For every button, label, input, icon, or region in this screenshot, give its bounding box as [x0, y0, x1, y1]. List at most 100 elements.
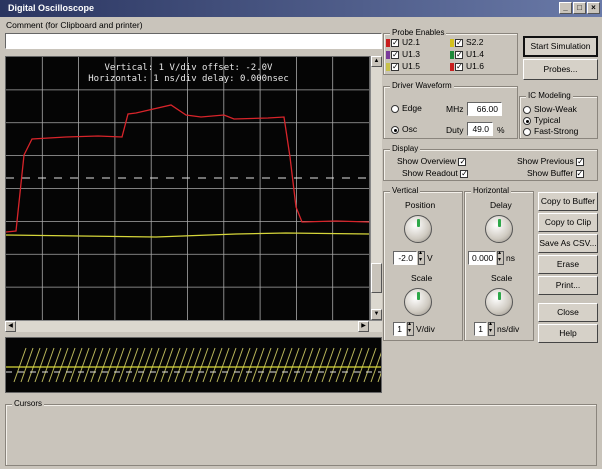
print-button[interactable]: Print...: [538, 276, 598, 295]
probe-s2-2[interactable]: S2.2: [450, 37, 484, 48]
edge-radio[interactable]: Edge: [391, 103, 422, 114]
fast-strong-radio[interactable]: Fast-Strong: [523, 126, 578, 137]
probe-label: U1.6: [466, 61, 484, 71]
scroll-down-arrow-icon[interactable]: ▼: [371, 309, 382, 320]
show-previous-checkbox[interactable]: Show Previous: [517, 156, 587, 167]
help-button[interactable]: Help: [538, 324, 598, 343]
typical-label: Typical: [534, 115, 561, 125]
copy-to-buffer-button[interactable]: Copy to Buffer: [538, 192, 598, 211]
overview-hatch: [188, 347, 202, 383]
vertical-position-knob[interactable]: [404, 215, 432, 243]
overview-hatch: [76, 347, 90, 383]
horizontal-delay-knob[interactable]: [485, 215, 513, 243]
overview-hatch: [55, 347, 69, 383]
show-buffer-checkbox[interactable]: Show Buffer: [527, 168, 587, 179]
vertical-scale-knob[interactable]: [404, 288, 432, 316]
overview-hatch: [349, 347, 363, 383]
overview-hatch: [293, 347, 307, 383]
horizontal-scale-knob[interactable]: [485, 288, 513, 316]
show-overview-checkbox[interactable]: Show Overview: [397, 156, 469, 167]
overview-hatch: [181, 347, 195, 383]
overview-hatch: [202, 347, 216, 383]
scope-readout-vertical: Vertical: 1 V/div offset: -2.0V: [104, 63, 273, 73]
overview-hatch: [342, 347, 356, 383]
probes-button[interactable]: Probes...: [523, 59, 598, 80]
overview-hatch: [265, 347, 279, 383]
mhz-input[interactable]: 66.00: [467, 102, 502, 116]
overview-hatch: [244, 347, 258, 383]
probe-u1-6[interactable]: U1.6: [450, 61, 484, 72]
vertical-scale-spinner[interactable]: [407, 320, 414, 336]
maximize-button[interactable]: □: [573, 2, 586, 14]
overview-hatch: [62, 347, 76, 383]
driver-waveform-label: Driver Waveform: [390, 81, 454, 91]
overview-hatch: [167, 347, 181, 383]
duty-input[interactable]: 49.0: [467, 122, 493, 136]
probe-label: U1.3: [402, 49, 420, 59]
close-button[interactable]: Close: [538, 303, 598, 322]
overview-hatch: [300, 347, 314, 383]
overview-hatch: [41, 347, 55, 383]
probe-u1-5[interactable]: U1.5: [386, 61, 420, 72]
scope-waveform-plot: [6, 57, 369, 320]
horizontal-scale-spinner[interactable]: [488, 320, 495, 336]
osc-label: Osc: [402, 124, 418, 134]
overview-hatch: [328, 347, 342, 383]
vertical-position-spinner[interactable]: [418, 249, 425, 265]
vertical-position-input[interactable]: -2.0: [393, 251, 417, 265]
overview-hatch: [377, 371, 381, 383]
overview-hatch: [216, 347, 230, 383]
show-readout-checkbox[interactable]: Show Readout: [402, 168, 471, 179]
probe-label: U1.4: [466, 49, 484, 59]
vertical-position-unit: V: [427, 253, 433, 263]
scroll-up-arrow-icon[interactable]: ▲: [371, 56, 382, 67]
cursors-group: Cursors: [5, 399, 597, 466]
horizontal-scale-unit: ns/div: [497, 324, 520, 334]
minimize-button[interactable]: _: [559, 2, 572, 14]
probe-label: S2.2: [466, 37, 484, 47]
probe-u1-4[interactable]: U1.4: [450, 49, 484, 60]
overview-hatch: [335, 347, 349, 383]
probe-u1-3[interactable]: U1.3: [386, 49, 420, 60]
scope-display: Vertical: 1 V/div offset: -2.0V Horizont…: [5, 56, 370, 321]
scroll-left-arrow-icon[interactable]: ◀: [5, 321, 16, 332]
overview-hatch: [314, 347, 328, 383]
overview-hatch: [160, 347, 174, 383]
fast-strong-label: Fast-Strong: [534, 126, 579, 136]
overview-hatch: [13, 347, 27, 383]
display-label: Display: [390, 144, 421, 154]
show-readout-label: Show Readout: [402, 168, 458, 178]
save-as-csv-button[interactable]: Save As CSV...: [538, 234, 598, 253]
scope-horizontal-scrollbar[interactable]: ◀ ▶: [5, 320, 382, 332]
overview-hatch: [69, 347, 83, 383]
start-simulation-button[interactable]: Start Simulation: [523, 36, 598, 57]
overview-hatch: [27, 347, 41, 383]
comment-input[interactable]: [5, 33, 382, 49]
overview-hatch: [363, 347, 377, 383]
overview-hatch: [223, 347, 237, 383]
overview-hatch: [48, 347, 62, 383]
window-title: Digital Oscilloscope: [8, 3, 95, 13]
vertical-group: Vertical: [383, 186, 463, 341]
copy-to-clip-button[interactable]: Copy to Clip: [538, 213, 598, 232]
scroll-thumb[interactable]: [371, 263, 382, 293]
horizontal-delay-spinner[interactable]: [497, 249, 504, 265]
typical-radio[interactable]: Typical: [523, 115, 560, 126]
probe-u2-1[interactable]: U2.1: [386, 37, 420, 48]
overview-hatch: [230, 347, 244, 383]
close-window-button[interactable]: ×: [587, 2, 600, 14]
overview-hatch: [83, 347, 97, 383]
erase-button[interactable]: Erase: [538, 255, 598, 274]
overview-hatch: [286, 347, 300, 383]
show-previous-label: Show Previous: [517, 156, 574, 166]
scope-vertical-scrollbar[interactable]: ▲ ▼: [370, 56, 382, 321]
overview-hatch: [237, 347, 251, 383]
scroll-right-arrow-icon[interactable]: ▶: [358, 321, 369, 332]
horizontal-delay-input[interactable]: 0.000: [468, 251, 496, 265]
vertical-scale-input[interactable]: 1: [393, 322, 406, 336]
overview-hatch: [174, 347, 188, 383]
slow-weak-radio[interactable]: Slow-Weak: [523, 104, 577, 115]
horizontal-scale-input[interactable]: 1: [474, 322, 487, 336]
osc-radio[interactable]: Osc: [391, 124, 417, 135]
horizontal-label: Horizontal: [471, 186, 512, 196]
